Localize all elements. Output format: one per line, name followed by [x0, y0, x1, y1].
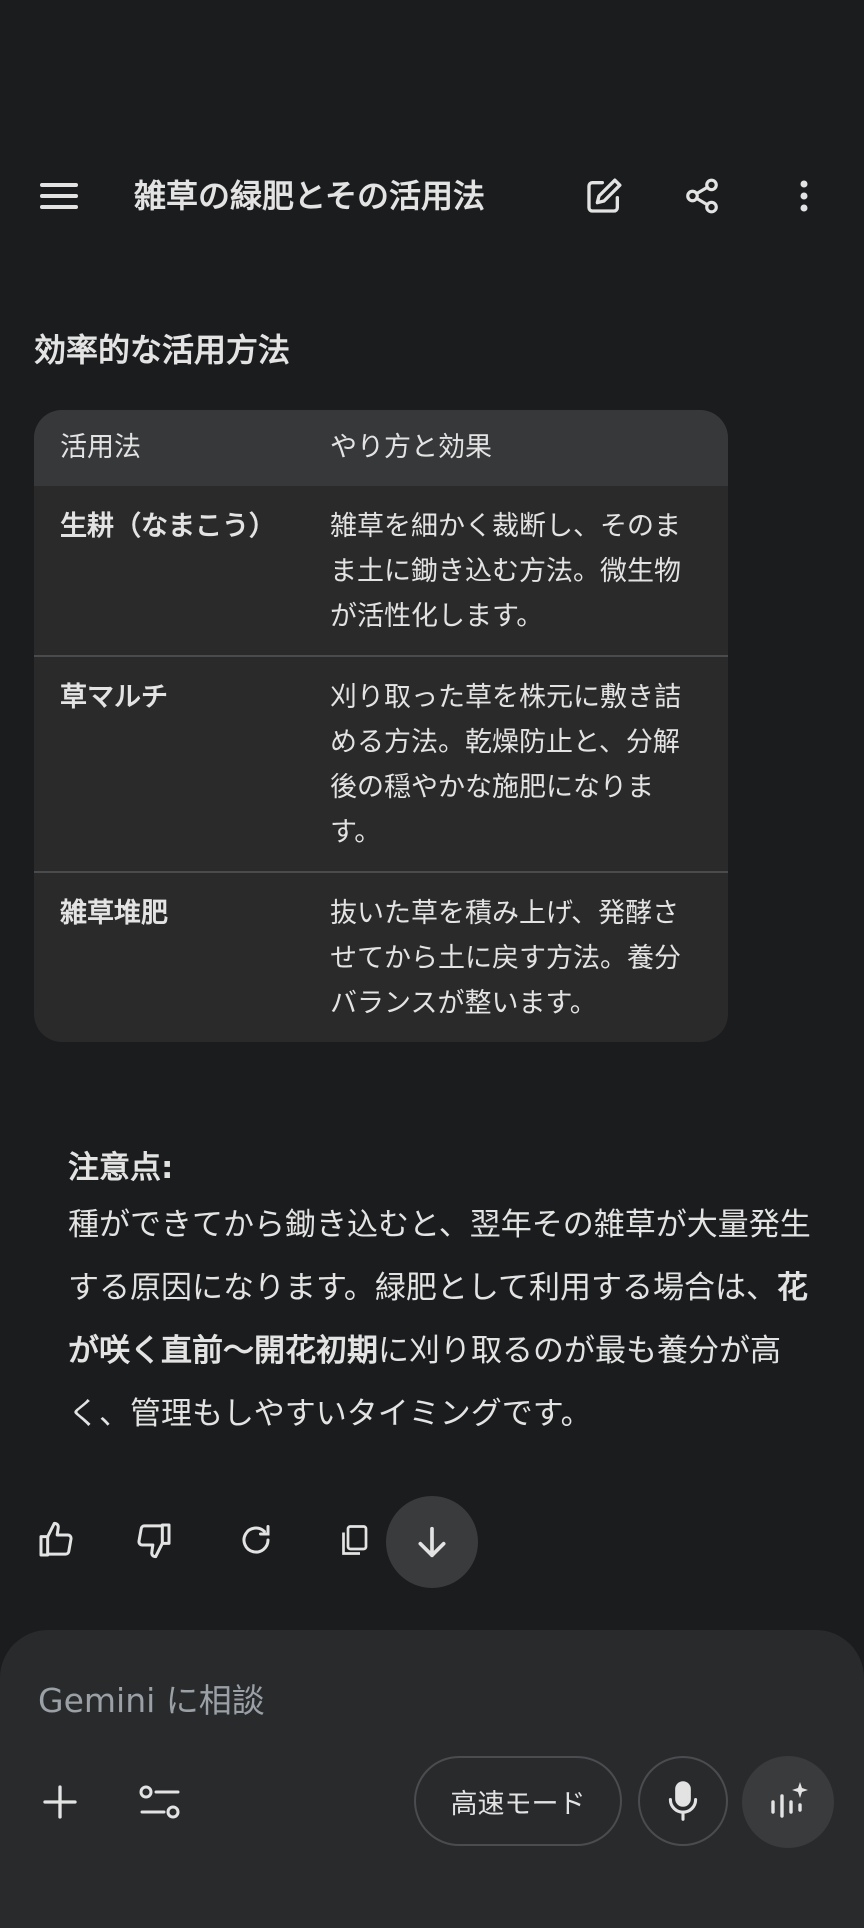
prompt-input[interactable]: [38, 1676, 638, 1724]
mode-label: 高速モード: [450, 1788, 586, 1820]
regenerate-button[interactable]: [228, 1512, 284, 1568]
more-options-button[interactable]: [776, 168, 832, 224]
table-cell: 生耕（なまこう）: [60, 511, 276, 542]
mic-icon: [668, 1781, 698, 1821]
bad-response-button[interactable]: [126, 1512, 182, 1568]
caution-label: 注意点:: [68, 1150, 174, 1186]
scroll-to-bottom-button[interactable]: [386, 1496, 478, 1588]
table-cell: 刈り取った草を株元に敷き詰める方法。乾燥防止と、分解後の穏やかな施肥になります。: [330, 682, 681, 848]
caution-note: 注意点: 種ができてから鋤き込むと、翌年その雑草が大量発生する原因になります。緑肥…: [68, 1142, 828, 1446]
microphone-button[interactable]: [638, 1756, 728, 1846]
good-response-button[interactable]: [28, 1512, 84, 1568]
add-attachment-button[interactable]: [30, 1772, 90, 1832]
copy-icon: [342, 1525, 368, 1555]
more-vert-icon: [800, 180, 808, 212]
tools-button[interactable]: [128, 1772, 192, 1832]
table-cell: 抜いた草を積み上げ、発酵させてから土に戻す方法。養分バランスが整います。: [330, 898, 681, 1019]
table-cell: 雑草堆肥: [60, 898, 168, 929]
column-header-method: 活用法: [60, 432, 141, 463]
plus-icon: [43, 1785, 77, 1819]
table-row: 雑草堆肥 抜いた草を積み上げ、発酵させてから土に戻す方法。養分バランスが整います…: [34, 871, 728, 1042]
refresh-icon: [242, 1525, 270, 1554]
arrow-down-icon: [418, 1526, 446, 1558]
section-heading: 効率的な活用方法: [34, 331, 291, 369]
gemini-live-icon: [771, 1782, 808, 1818]
tune-icon: [139, 1785, 180, 1819]
conversation-title: 雑草の緑肥とその活用法: [134, 177, 486, 215]
share-button[interactable]: [672, 168, 732, 224]
copy-button[interactable]: [326, 1512, 382, 1568]
thumb-up-icon: [39, 1521, 73, 1557]
gemini-live-button[interactable]: [742, 1756, 834, 1848]
mode-selector-button[interactable]: 高速モード: [414, 1756, 622, 1846]
table-cell: 草マルチ: [60, 682, 168, 713]
thumb-down-icon: [137, 1523, 171, 1559]
table-row: 草マルチ 刈り取った草を株元に敷き詰める方法。乾燥防止と、分解後の穏やかな施肥に…: [34, 655, 728, 871]
menu-button[interactable]: [28, 168, 92, 224]
hamburger-menu-icon: [40, 183, 78, 209]
caution-text: 種ができてから鋤き込むと、翌年その雑草が大量発生する原因になります。緑肥として利…: [68, 1207, 811, 1306]
table-row: 生耕（なまこう） 雑草を細かく裁断し、そのまま土に鋤き込む方法。微生物が活性化し…: [34, 486, 728, 655]
table-cell: 雑草を細かく裁断し、そのまま土に鋤き込む方法。微生物が活性化します。: [330, 511, 681, 632]
share-icon: [686, 178, 718, 214]
edit-icon: [587, 178, 622, 213]
table-header: 活用法 やり方と効果: [34, 410, 728, 486]
edit-button[interactable]: [574, 168, 634, 224]
method-table: 活用法 やり方と効果 生耕（なまこう） 雑草を細かく裁断し、そのまま土に鋤き込む…: [34, 410, 728, 1042]
column-header-effect: やり方と効果: [330, 432, 492, 463]
